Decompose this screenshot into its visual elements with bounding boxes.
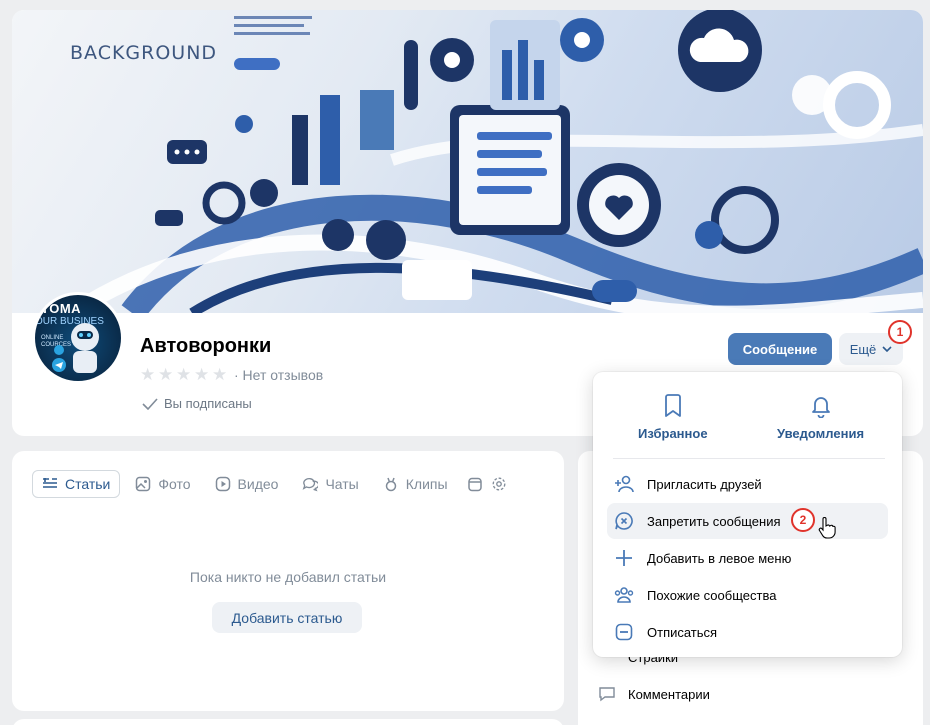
community-avatar[interactable]: TOMA OUR BUSINES ONLINE COURCES [32, 292, 124, 384]
articles-icon [42, 476, 58, 492]
tab-label: Видео [237, 476, 279, 492]
more-button-label: Ещё [849, 341, 877, 357]
clips-icon [383, 476, 399, 492]
block-messages-item[interactable]: Запретить сообщения [607, 503, 888, 539]
star-icon: ★ [158, 365, 174, 384]
plus-icon [614, 548, 634, 568]
next-block [12, 719, 564, 725]
tab-label: Статьи [65, 476, 111, 492]
empty-state-text: Пока никто не добавил статьи [189, 569, 387, 585]
content-tabs: Статьи Фото Видео Чаты Клипы [32, 470, 517, 498]
similar-communities-item[interactable]: Похожие сообщества [607, 577, 888, 613]
unsubscribe-item[interactable]: Отписаться [607, 614, 888, 650]
tab-label: Чаты [325, 476, 359, 492]
add-user-icon [614, 474, 634, 494]
step-marker-2: 2 [791, 508, 815, 532]
sidebar-item-label: Комментарии [628, 686, 710, 702]
tabs-settings[interactable] [487, 470, 511, 498]
dropdown-divider [613, 458, 885, 459]
subscribed-label: Вы подписаны [164, 396, 252, 411]
block-messages-label: Запретить сообщения [647, 513, 781, 529]
tab-more[interactable] [463, 470, 487, 498]
dropdown-favorites[interactable]: Избранное [638, 394, 708, 441]
tab-articles[interactable]: Статьи [32, 470, 121, 498]
cover-image: BACKGROUND [12, 10, 923, 313]
star-icon: ★ [140, 365, 156, 384]
communities-icon [614, 585, 634, 605]
checkmark-icon [142, 397, 158, 410]
tab-photo[interactable]: Фото [126, 470, 199, 498]
tab-clips[interactable]: Клипы [374, 470, 457, 498]
add-to-left-menu-item[interactable]: Добавить в левое меню [607, 540, 888, 576]
cover-title: BACKGROUND [70, 42, 218, 64]
chevron-down-icon [882, 346, 892, 352]
notifications-label: Уведомления [777, 426, 865, 441]
tab-label: Фото [158, 476, 191, 492]
tab-label: Клипы [405, 476, 448, 492]
content-block: Статьи Фото Видео Чаты Клипы Пока никто … [12, 451, 564, 711]
calendar-icon [467, 476, 483, 492]
invite-friends-item[interactable]: Пригласить друзей [607, 466, 888, 502]
tab-video[interactable]: Видео [206, 470, 288, 498]
invite-friends-label: Пригласить друзей [647, 476, 762, 492]
hand-cursor-icon [818, 517, 836, 539]
star-icon: ★ [194, 365, 210, 384]
chats-icon [302, 476, 319, 492]
unsubscribe-icon [614, 622, 634, 642]
robot-icon [52, 323, 99, 373]
rating-stars[interactable]: ★ ★ ★ ★ ★ [140, 365, 228, 384]
unsubscribe-label: Отписаться [647, 624, 718, 640]
add-to-left-menu-label: Добавить в левое меню [647, 550, 792, 566]
gear-icon [491, 476, 507, 492]
reviews-text[interactable]: · Нет отзывов [234, 367, 323, 383]
bookmark-icon [664, 394, 681, 417]
step-marker-1: 1 [888, 320, 912, 344]
comment-icon [598, 685, 616, 703]
community-name: Автоворонки [140, 335, 272, 357]
star-icon: ★ [176, 365, 192, 384]
add-article-button[interactable]: Добавить статью [212, 602, 362, 633]
video-icon [215, 476, 231, 492]
photo-icon [135, 476, 151, 492]
more-dropdown-menu: Избранное Уведомления Пригласить друзей … [593, 372, 902, 657]
subscription-status[interactable]: Вы подписаны [142, 396, 252, 411]
favorites-label: Избранное [638, 426, 708, 441]
bell-icon [811, 397, 830, 418]
star-icon: ★ [212, 365, 228, 384]
similar-communities-label: Похожие сообщества [647, 587, 777, 603]
message-button[interactable]: Сообщение [728, 333, 832, 365]
tab-chats[interactable]: Чаты [293, 470, 367, 498]
sidebar-item-comments[interactable]: Комментарии [598, 685, 710, 703]
dropdown-notifications[interactable]: Уведомления [777, 394, 864, 441]
block-message-icon [614, 511, 634, 531]
